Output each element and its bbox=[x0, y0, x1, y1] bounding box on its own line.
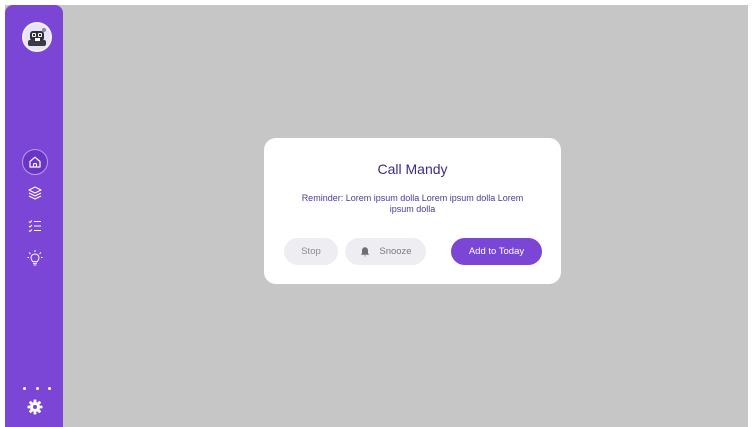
avatar-image bbox=[24, 24, 50, 50]
dot bbox=[48, 386, 51, 390]
avatar[interactable] bbox=[22, 22, 52, 52]
dialog-title: Call Mandy bbox=[377, 161, 448, 177]
checklist-icon bbox=[28, 220, 41, 233]
dot bbox=[35, 386, 39, 390]
nav-layers[interactable] bbox=[22, 180, 48, 206]
dot bbox=[23, 386, 26, 390]
gear-icon bbox=[27, 399, 43, 415]
reminder-dialog: Call Mandy Reminder: Lorem ipsum dolla L… bbox=[264, 138, 561, 284]
lightbulb-icon bbox=[27, 250, 43, 266]
stop-button[interactable]: Stop bbox=[284, 238, 338, 265]
snooze-button[interactable]: Snooze bbox=[345, 238, 426, 265]
settings-button[interactable] bbox=[26, 398, 44, 416]
stop-button-label: Stop bbox=[301, 246, 321, 257]
sidebar bbox=[5, 5, 63, 427]
bell-icon bbox=[361, 246, 370, 256]
nav-checklist[interactable] bbox=[22, 213, 48, 239]
add-to-today-button[interactable]: Add to Today bbox=[451, 238, 542, 265]
reminder-text: Reminder: Lorem ipsum dolla Lorem ipsum … bbox=[301, 193, 524, 214]
app-window: Call Mandy Reminder: Lorem ipsum dolla L… bbox=[0, 0, 753, 427]
layers-icon bbox=[28, 186, 42, 200]
add-to-today-label: Add to Today bbox=[468, 246, 525, 257]
home-icon bbox=[29, 156, 41, 168]
more-dots-icon[interactable] bbox=[23, 383, 51, 393]
snooze-button-label: Snooze bbox=[379, 246, 412, 257]
nav-ideas[interactable] bbox=[22, 245, 48, 271]
nav-home[interactable] bbox=[22, 149, 48, 175]
